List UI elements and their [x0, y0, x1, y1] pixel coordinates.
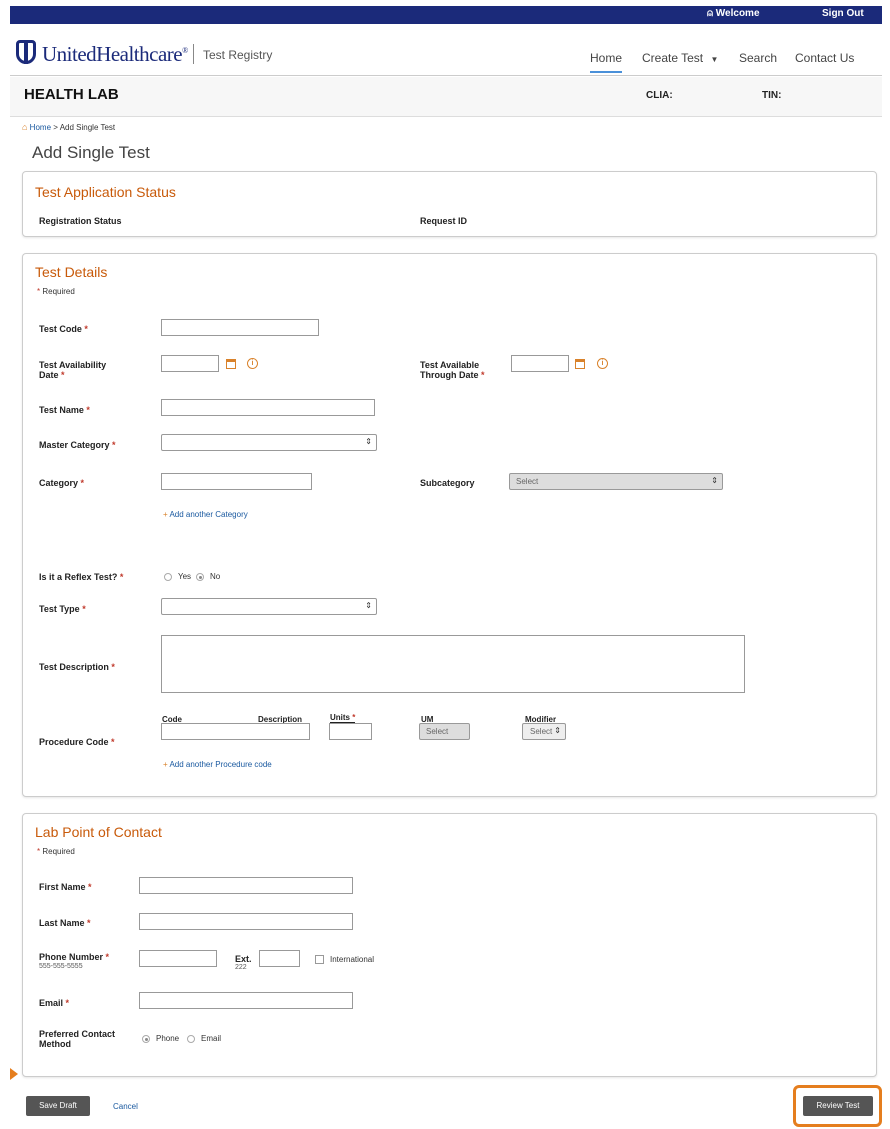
units-input[interactable]: [329, 723, 372, 740]
person-icon: ⍝: [707, 8, 716, 19]
nav-search[interactable]: Search: [739, 51, 777, 65]
phone-label: Phone Number *: [39, 952, 110, 962]
welcome-link[interactable]: ⍝ Welcome: [707, 8, 760, 19]
calendar-icon[interactable]: [575, 359, 585, 369]
email-label: Email *: [39, 998, 70, 1008]
request-id-label: Request ID: [420, 216, 468, 226]
required-note: * Required: [37, 287, 75, 296]
test-code-label: Test Code *: [39, 324, 88, 334]
available-through-input[interactable]: [511, 355, 569, 372]
site-header: UnitedHealthcare® Test Registry Home Cre…: [10, 24, 882, 76]
reflex-yes-label: Yes: [178, 572, 192, 581]
ext-hint: 222: [235, 964, 247, 971]
preferred-phone-label: Phone: [156, 1034, 180, 1043]
email-input[interactable]: [139, 992, 353, 1009]
top-utility-bar: ⍝ Welcome Sign Out: [10, 6, 882, 24]
breadcrumb: ⌂ Home > Add Single Test: [22, 122, 116, 132]
first-name-input[interactable]: [139, 877, 353, 894]
preferred-phone-radio[interactable]: [142, 1035, 150, 1043]
phone-hint: 555-555-5555: [39, 963, 83, 970]
home-icon: ⌂: [22, 122, 28, 132]
reflex-no-label: No: [210, 572, 221, 581]
uhc-logo-icon: [16, 40, 36, 64]
test-details-panel: Test Details * Required Test Code * Test…: [22, 253, 877, 797]
preferred-email-radio[interactable]: [187, 1035, 195, 1043]
header-divider: [193, 44, 194, 64]
procedure-code-input[interactable]: [161, 723, 310, 740]
add-procedure-code-link[interactable]: + Add another Procedure code: [163, 760, 272, 769]
proc-col-units: Units *: [330, 713, 356, 723]
test-description-label: Test Description *: [39, 662, 115, 672]
annotation-arrow: [10, 1068, 18, 1080]
test-name-input[interactable]: [161, 399, 375, 416]
clia-label: CLIA:: [646, 90, 673, 101]
test-description-textarea[interactable]: [161, 635, 745, 693]
master-category-select[interactable]: ⇕: [161, 434, 377, 451]
tin-label: TIN:: [762, 90, 782, 101]
breadcrumb-current: Add Single Test: [59, 123, 116, 132]
category-input[interactable]: [161, 473, 312, 490]
chevron-down-icon: ▼: [710, 55, 719, 64]
highlight-box: [793, 1085, 882, 1127]
nav-home[interactable]: Home: [590, 51, 623, 73]
required-note: * Required: [37, 847, 75, 856]
status-panel: Test Application Status Registration Sta…: [22, 171, 877, 237]
available-through-label: Test Available Through Date *: [420, 360, 485, 380]
cancel-link[interactable]: Cancel: [113, 1102, 138, 1111]
um-select[interactable]: Select: [419, 723, 470, 740]
lab-contact-title: Lab Point of Contact: [35, 824, 162, 840]
add-category-link[interactable]: + Add another Category: [163, 510, 248, 519]
breadcrumb-home[interactable]: Home: [30, 123, 51, 132]
lab-contact-panel: Lab Point of Contact * Required First Na…: [22, 813, 877, 1077]
info-icon[interactable]: i: [247, 358, 258, 369]
procedure-code-label: Procedure Code *: [39, 737, 115, 747]
last-name-input[interactable]: [139, 913, 353, 930]
phone-input[interactable]: [139, 950, 217, 967]
ext-input[interactable]: [259, 950, 300, 967]
subcategory-select[interactable]: Select ⇕: [509, 473, 723, 490]
international-checkbox[interactable]: [315, 955, 324, 964]
lab-name: HEALTH LAB: [24, 86, 119, 103]
sign-out-link[interactable]: Sign Out: [822, 8, 864, 19]
nav-create-test[interactable]: Create Test ▼: [642, 51, 718, 65]
info-icon[interactable]: i: [597, 358, 608, 369]
subcategory-label: Subcategory: [420, 478, 475, 488]
calendar-icon[interactable]: [226, 359, 236, 369]
test-type-select[interactable]: ⇕: [161, 598, 377, 615]
availability-date-input[interactable]: [161, 355, 219, 372]
test-type-label: Test Type *: [39, 604, 86, 614]
nav-contact-us[interactable]: Contact Us: [795, 51, 854, 65]
category-label: Category *: [39, 478, 85, 488]
brand-logo-text: UnitedHealthcare®: [42, 42, 188, 66]
master-category-label: Master Category *: [39, 440, 116, 450]
save-draft-button[interactable]: Save Draft: [26, 1096, 90, 1116]
international-label: International: [330, 955, 375, 964]
lab-info-bar: HEALTH LAB CLIA: TIN:: [10, 77, 882, 117]
first-name-label: First Name *: [39, 882, 92, 892]
reflex-no-radio[interactable]: [196, 573, 204, 581]
test-name-label: Test Name *: [39, 405, 90, 415]
preferred-email-label: Email: [201, 1034, 222, 1043]
modifier-select[interactable]: Select ⇕: [522, 723, 566, 740]
test-details-title: Test Details: [35, 264, 108, 280]
reflex-yes-radio[interactable]: [164, 573, 172, 581]
status-panel-title: Test Application Status: [35, 184, 176, 200]
page-title: Add Single Test: [32, 143, 150, 162]
preferred-contact-label: Preferred Contact Method: [39, 1029, 116, 1049]
reflex-test-label: Is it a Reflex Test? *: [39, 572, 124, 582]
ext-label: Ext.: [235, 954, 252, 964]
last-name-label: Last Name *: [39, 918, 91, 928]
app-name: Test Registry: [203, 48, 273, 62]
availability-date-label: Test Availability Date *: [39, 360, 107, 380]
test-code-input[interactable]: [161, 319, 319, 336]
registration-status-label: Registration Status: [39, 216, 122, 226]
